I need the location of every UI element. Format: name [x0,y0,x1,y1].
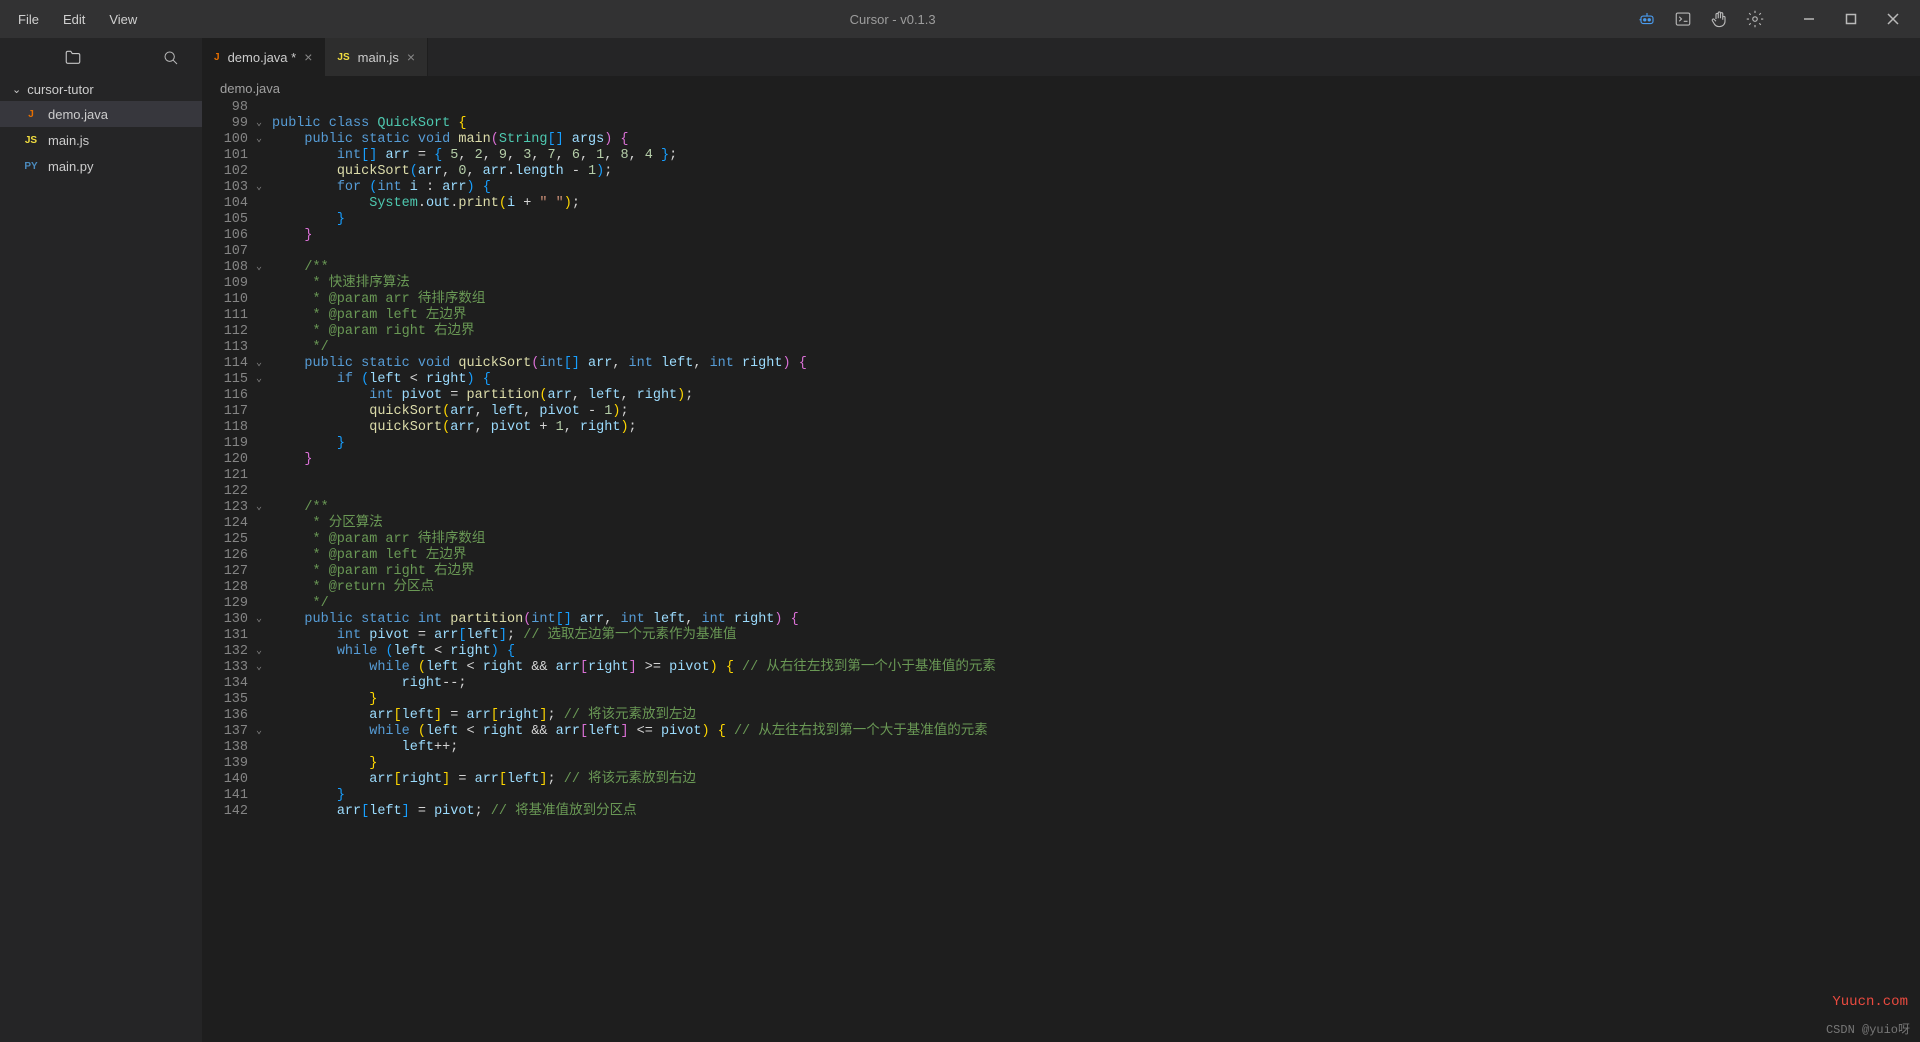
file-name: demo.java [48,107,108,122]
file-item-main-js[interactable]: JS main.js [0,127,202,153]
line-gutter: 9899100101102103104105106107108109110111… [202,100,256,1042]
tab-main-js[interactable]: JS main.js × [325,38,428,76]
menu-bar: File Edit View [8,6,147,33]
file-name: main.js [48,133,89,148]
copilot-icon[interactable] [1638,10,1656,28]
settings-icon[interactable] [1746,10,1764,28]
file-item-demo-java[interactable]: Jdemo.java [0,101,202,127]
tab-lang-icon: JS [337,52,349,63]
file-item-main-py[interactable]: PY main.py [0,153,202,179]
watermark-yuucn: Yuucn.com [1832,994,1908,1010]
tab-lang-icon: J [214,52,220,63]
minimize-icon[interactable] [1800,10,1818,28]
watermark-csdn: CSDN @yuio呀 [1826,1022,1910,1038]
editor-area: Jdemo.java * × JS main.js × demo.java 989910… [202,38,1920,1042]
file-lang-icon: PY [22,161,40,172]
tab-close-icon[interactable]: × [407,49,415,65]
breadcrumb[interactable]: demo.java [202,76,1920,100]
tab-label: main.js [358,50,399,65]
folder-icon[interactable] [64,49,82,67]
tab-label: demo.java * [228,50,297,65]
hand-icon[interactable] [1710,10,1728,28]
folder-header[interactable]: ⌄ cursor-tutor [0,78,202,101]
menu-edit[interactable]: Edit [53,6,95,33]
menu-view[interactable]: View [99,6,147,33]
code-editor[interactable]: 9899100101102103104105106107108109110111… [202,100,1920,1042]
titlebar: File Edit View Cursor - v0.1.3 [0,0,1920,38]
close-icon[interactable] [1884,10,1902,28]
chevron-down-icon: ⌄ [12,83,21,96]
tab-demo-java--[interactable]: Jdemo.java * × [202,38,325,76]
menu-file[interactable]: File [8,6,49,33]
search-icon[interactable] [162,49,180,67]
fold-gutter[interactable]: ⌄⌄⌄⌄⌄⌄⌄⌄⌄⌄⌄ [256,100,272,1042]
window-title: Cursor - v0.1.3 [147,12,1638,27]
code-content[interactable]: public class QuickSort { public static v… [272,100,1920,1042]
sidebar: ⌄ cursor-tutor Jdemo.java JS main.js PY main… [0,38,202,1042]
file-lang-icon: JS [22,135,40,146]
terminal-icon[interactable] [1674,10,1692,28]
maximize-icon[interactable] [1842,10,1860,28]
folder-name: cursor-tutor [27,82,93,97]
tab-close-icon[interactable]: × [304,49,312,65]
file-name: main.py [48,159,94,174]
tab-bar: Jdemo.java * × JS main.js × [202,38,1920,76]
file-lang-icon: J [22,109,40,120]
